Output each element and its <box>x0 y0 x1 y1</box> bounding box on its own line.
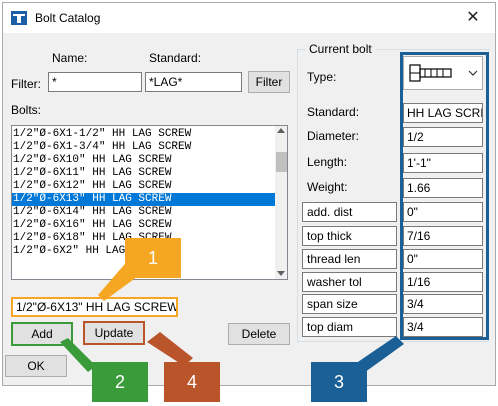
annotation-callout-1: 1 <box>125 238 181 278</box>
annotation-callout-4: 4 <box>164 362 220 402</box>
annotation-callout-3: 3 <box>311 362 367 402</box>
annotation-arrows <box>60 258 404 375</box>
annotation-callout-2: 2 <box>92 362 148 402</box>
